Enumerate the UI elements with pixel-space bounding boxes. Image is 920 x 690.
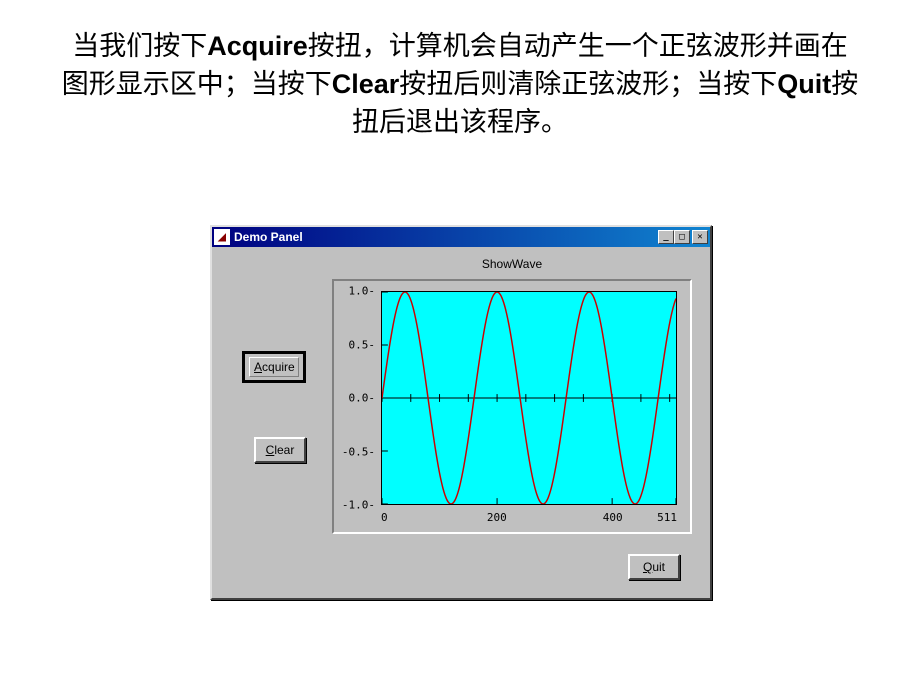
- y-tick-label: -0.5-: [342, 445, 375, 458]
- bold-clear: Clear: [332, 69, 400, 99]
- text-part: 按扭后则清除正弦波形；当按下: [399, 69, 777, 99]
- demo-panel-window: ◢ Demo Panel _ □ ✕ Acquire Clear Quit Sh…: [210, 225, 712, 600]
- clear-button[interactable]: Clear: [254, 437, 306, 463]
- chart-inner: -1.0- -0.5- 0.0- 0.5- 1.0- 0 200 400 511: [339, 286, 685, 527]
- x-tick-label: 0: [381, 511, 388, 524]
- window-controls: _ □ ✕: [658, 230, 708, 244]
- bold-quit: Quit: [777, 69, 831, 99]
- window-body: Acquire Clear Quit ShowWave -1.0- -0.5- 0.…: [212, 247, 710, 598]
- y-tick-label: -1.0-: [342, 499, 375, 512]
- maximize-button[interactable]: □: [674, 230, 690, 244]
- minimize-button[interactable]: _: [658, 230, 674, 244]
- window-titlebar[interactable]: ◢ Demo Panel _ □ ✕: [212, 227, 710, 247]
- y-axis-labels: -1.0--0.5-0.0-0.5-1.0-: [339, 291, 377, 505]
- plot-region: [381, 291, 677, 505]
- y-tick-label: 0.0-: [349, 392, 376, 405]
- x-tick-label: 400: [603, 511, 623, 524]
- acquire-button[interactable]: Acquire: [242, 351, 306, 383]
- wave-svg: [382, 292, 676, 504]
- app-icon: ◢: [214, 229, 230, 245]
- chart-title: ShowWave: [332, 257, 692, 271]
- quit-button[interactable]: Quit: [628, 554, 680, 580]
- window-title: Demo Panel: [234, 230, 658, 244]
- x-tick-label: 511: [657, 511, 677, 524]
- text-part: 当我们按下: [72, 31, 207, 61]
- bold-acquire: Acquire: [207, 31, 308, 61]
- acquire-label: Acquire: [249, 357, 299, 377]
- chart-area: ShowWave -1.0- -0.5- 0.0- 0.5- 1.0- 0 200 400 5…: [332, 257, 692, 534]
- chart-frame: -1.0- -0.5- 0.0- 0.5- 1.0- 0 200 400 511: [332, 279, 692, 534]
- x-axis-labels: 0 200 400 511: [381, 509, 677, 527]
- close-button[interactable]: ✕: [692, 230, 708, 244]
- y-tick-label: 0.5-: [349, 338, 376, 351]
- x-tick-label: 200: [487, 511, 507, 524]
- instruction-text: 当我们按下Acquire按扭，计算机会自动产生一个正弦波形并画在图形显示区中；当…: [0, 0, 920, 141]
- y-tick-label: 1.0-: [349, 285, 376, 298]
